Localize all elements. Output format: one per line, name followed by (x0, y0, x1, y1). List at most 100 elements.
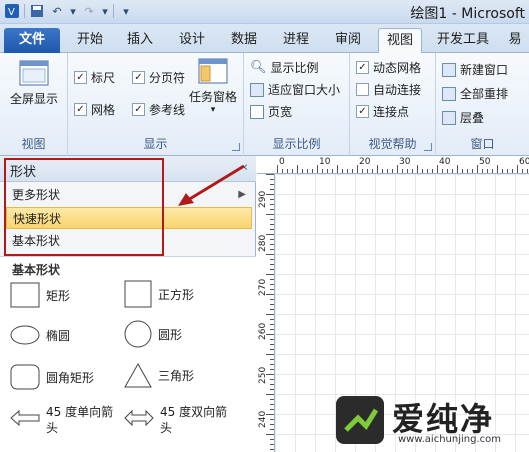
ruler-tick (270, 379, 274, 380)
new-window-button[interactable]: 新建窗口 (442, 61, 508, 78)
quick-access-toolbar: V ↶ ▾ ↷ ▾ ▾ (4, 3, 134, 19)
tab-more[interactable]: 易 (504, 28, 526, 53)
task-panes-label: 任务窗格 (188, 90, 237, 104)
ruler-tick (377, 165, 378, 173)
ruler-tick (432, 169, 433, 173)
tab-design[interactable]: 设计 (172, 28, 212, 53)
grid-checkbox[interactable]: ✓ 网格 (74, 101, 115, 118)
ruler-tick (270, 244, 274, 245)
ruler-tick (387, 169, 388, 173)
ruler-tick (270, 389, 274, 390)
fit-to-window-button[interactable]: 适应窗口大小 (250, 81, 340, 98)
stencil-header: 基本形状 (0, 256, 256, 278)
ruler-tick (270, 399, 274, 400)
shape-rectangle[interactable]: 矩形 (10, 282, 70, 308)
shape-ellipse[interactable]: 椭圆 (10, 324, 70, 346)
page-breaks-label: 分页符 (149, 71, 186, 85)
ruler-number: 20 (359, 157, 371, 167)
cascade-button[interactable]: 层叠 (442, 109, 484, 126)
tab-process[interactable]: 进程 (276, 28, 316, 53)
ruler-tick (527, 169, 528, 173)
square-icon (124, 280, 152, 308)
checkbox-dynamic-grid-box: ✓ (356, 61, 369, 74)
ruler-tick (322, 169, 323, 173)
tab-view[interactable]: 视图 (378, 28, 422, 53)
checkbox-autoconnect-box (356, 83, 369, 96)
ruler-tick (270, 364, 274, 365)
shape-square[interactable]: 正方形 (124, 280, 194, 308)
ruler-tick (270, 429, 274, 430)
zoom-icon: 🔍︎ (250, 60, 267, 75)
group-view: 全屏显示 视图 (0, 53, 68, 156)
ruler-tick (266, 174, 274, 175)
arrange-all-button[interactable]: 全部重排 (442, 85, 508, 102)
shape-label: 45 度单向箭头 (46, 405, 114, 435)
tab-data[interactable]: 数据 (224, 28, 264, 53)
shape-rounded-rectangle[interactable]: 圆角矩形 (10, 364, 94, 390)
zoom-button[interactable]: 🔍︎ 显示比例 (250, 59, 319, 76)
group-label-show: 显示 (143, 137, 168, 151)
ruler-tick (270, 329, 274, 330)
shape-double-arrow[interactable]: 45 度双向箭头 (124, 404, 230, 436)
grid-label: 网格 (91, 103, 116, 117)
ruler-tick (287, 169, 288, 173)
autoconnect-checkbox[interactable]: 自动连接 (356, 81, 421, 98)
dynamic-grid-checkbox[interactable]: ✓ 动态网格 (356, 59, 421, 76)
ruler-number: 10 (319, 157, 331, 167)
save-icon[interactable] (29, 3, 45, 19)
shape-label: 椭圆 (46, 328, 71, 343)
redo-icon[interactable]: ↷ (81, 3, 97, 19)
ruler-number: 290 (258, 190, 268, 208)
ruler-tick (517, 165, 518, 173)
task-panes-button[interactable]: 任务窗格 ▾ (186, 57, 240, 115)
page-width-button[interactable]: 页宽 (250, 103, 292, 120)
shape-circle[interactable]: 圆形 (124, 320, 182, 348)
page-breaks-checkbox[interactable]: ✓ 分页符 (132, 69, 185, 86)
checkbox-page-breaks-box: ✓ (132, 71, 145, 84)
tab-file[interactable]: 文件 (4, 28, 60, 53)
shape-triangle[interactable]: 三角形 (124, 362, 194, 388)
arrange-all-icon (442, 86, 456, 101)
ruler-tick (367, 169, 368, 173)
shape-single-arrow[interactable]: 45 度单向箭头 (10, 404, 116, 436)
ruler-number: 250 (258, 366, 268, 384)
ruler-number: 40 (439, 157, 451, 167)
page-width-label: 页宽 (268, 105, 293, 119)
tab-developer[interactable]: 开发工具 (432, 28, 494, 53)
ruler-tick (270, 179, 274, 180)
triangle-icon (124, 362, 152, 388)
guides-checkbox[interactable]: ✓ 参考线 (132, 101, 185, 118)
dropdown-small-icon[interactable]: ▾ (69, 3, 77, 19)
task-panes-dropdown-icon: ▾ (210, 105, 216, 115)
task-panes-icon (198, 58, 228, 84)
ruler-tick (512, 169, 513, 173)
ruler-tick (270, 209, 274, 210)
ruler-checkbox[interactable]: ✓ 标尺 (74, 69, 115, 86)
visio-app-icon[interactable]: V (4, 3, 20, 19)
undo-icon[interactable]: ↶ (49, 3, 65, 19)
ruler-tick (397, 165, 398, 173)
group-label-visual-aids: 视觉帮助 (368, 137, 417, 151)
ruler-tick (270, 269, 274, 270)
ruler-tick (462, 169, 463, 173)
show-group-launcher-icon[interactable] (232, 143, 240, 151)
ruler-tick (457, 165, 458, 173)
ruler-tick (270, 264, 274, 265)
checkbox-ruler-box: ✓ (74, 71, 87, 84)
annotation-arrow-icon (178, 164, 245, 206)
ruler-tick (442, 169, 443, 173)
watermark: 爱纯净 www.aichunjing.com (336, 394, 526, 450)
double-arrow-icon (124, 409, 154, 427)
dropdown-small-icon-2[interactable]: ▾ (101, 3, 109, 19)
tab-home[interactable]: 开始 (70, 28, 110, 53)
customize-qat-icon[interactable]: ▾ (118, 3, 134, 19)
ruler-tick (392, 169, 393, 173)
visual-aids-launcher-icon[interactable] (424, 143, 432, 151)
qat-separator (24, 4, 25, 18)
tab-insert[interactable]: 插入 (120, 28, 160, 53)
connection-points-checkbox[interactable]: ✓ 连接点 (356, 103, 409, 120)
ruler-tick (270, 444, 274, 445)
ruler-tick (266, 354, 274, 355)
fullscreen-button[interactable]: 全屏显示 (6, 59, 62, 107)
tab-review[interactable]: 审阅 (328, 28, 368, 53)
